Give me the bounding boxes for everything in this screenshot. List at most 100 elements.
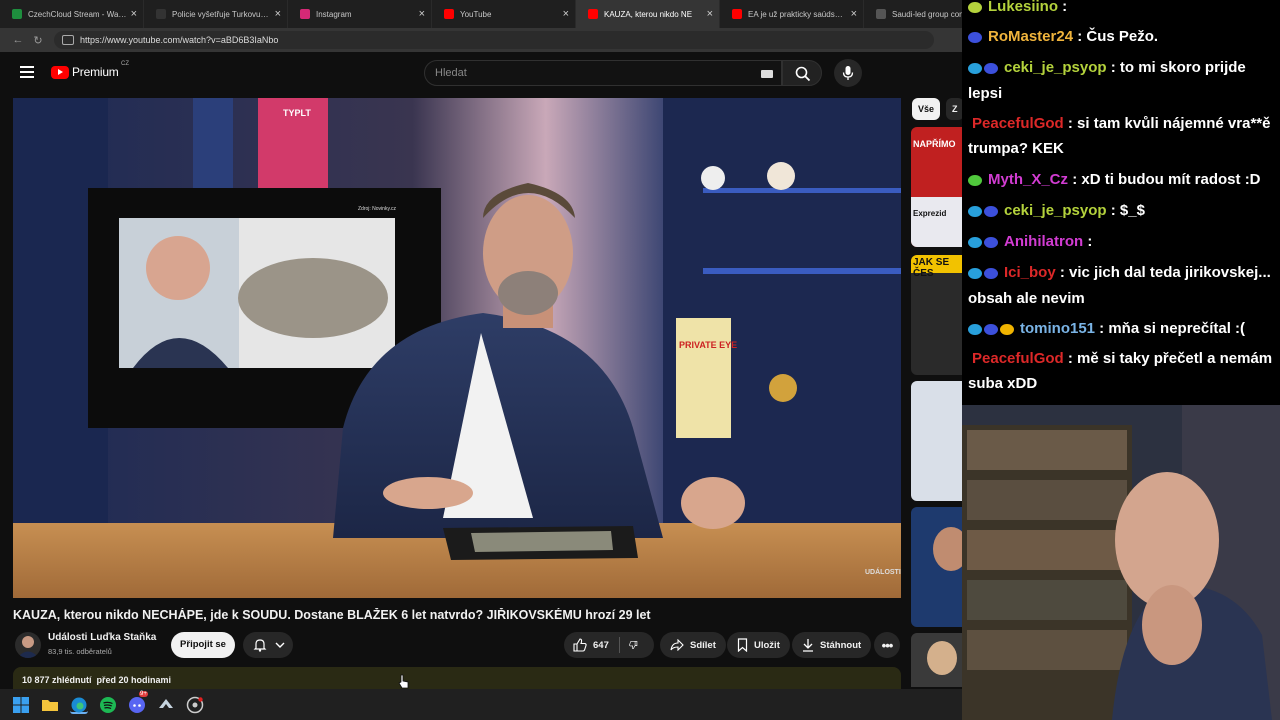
search-button[interactable] — [782, 60, 822, 86]
save-button[interactable]: Uložit — [727, 632, 790, 658]
site-info-icon[interactable] — [62, 35, 74, 45]
youtube-logo[interactable]: Premium CZ — [51, 61, 129, 79]
channel-avatar[interactable] — [15, 632, 41, 658]
chat-text: : mňa si neprečítal :( — [1095, 320, 1246, 337]
search-input[interactable]: Hledat — [424, 60, 782, 86]
tab-close-icon[interactable]: × — [275, 8, 281, 20]
recommendation-thumbnail[interactable] — [911, 507, 962, 627]
chat-badge-icon — [1000, 324, 1014, 336]
recommendation-thumbnail[interactable] — [911, 633, 962, 687]
microphone-icon — [842, 66, 854, 80]
notification-button[interactable] — [243, 632, 293, 658]
browser-tab[interactable]: Policie vyšetřuje Turkovu nel × — [144, 0, 288, 28]
chat-username: Anihilatron — [1004, 233, 1084, 250]
tab-close-icon[interactable]: × — [707, 8, 713, 20]
description-box[interactable]: 10 877 zhlédnutí před 20 hodinami — [13, 667, 901, 689]
recommendation-title: NAPŘÍMO — [913, 139, 956, 149]
subscriber-count: 83,9 tis. odběratelů — [48, 647, 112, 656]
chip-all[interactable]: Vše — [912, 98, 941, 120]
chevron-down-icon — [275, 642, 285, 648]
tab-label: Saudi-led group complet — [892, 9, 962, 19]
obs-icon[interactable] — [186, 696, 204, 714]
bell-icon — [253, 639, 267, 652]
file-explorer-icon[interactable] — [41, 696, 59, 714]
more-actions-button[interactable]: ••• — [874, 632, 900, 658]
chat-username: ceki_je_psyop — [1004, 202, 1107, 219]
windows-start-icon[interactable] — [12, 696, 30, 714]
tab-label: EA je už prakticky saúdská, E — [748, 9, 847, 19]
chat-text: : xD ti budou mít radost :D — [1068, 171, 1261, 188]
url-field[interactable]: https://www.youtube.com/watch?v=aBD6B3Ia… — [54, 31, 934, 49]
browser-tab[interactable]: CzechCloud Stream - Watch × — [0, 0, 144, 28]
back-icon[interactable]: ← — [8, 34, 28, 46]
steam-icon[interactable] — [157, 696, 175, 714]
chat-message: Ici_boy : vic jich dal teda jirikovskej.… — [968, 260, 1274, 311]
discord-icon[interactable]: 9+ — [128, 690, 148, 714]
more-icon: ••• — [881, 637, 894, 653]
download-button[interactable]: Stáhnout — [792, 632, 872, 658]
menu-icon[interactable] — [20, 66, 34, 78]
screen-source-caption: Zdroj: Novinky.cz — [358, 206, 396, 212]
chat-badges — [968, 261, 1000, 286]
tab-close-icon[interactable]: × — [851, 8, 857, 20]
url-text: https://www.youtube.com/watch?v=aBD6B3Ia… — [80, 35, 279, 45]
spotify-icon[interactable] — [99, 696, 117, 714]
chat-username: PeacefulGod — [972, 350, 1064, 367]
hand-cursor-icon — [398, 674, 409, 689]
voice-search-button[interactable] — [834, 59, 862, 87]
recommendation-title: JAK SE ČES — [913, 257, 950, 279]
browser-tab[interactable]: Instagram × — [288, 0, 432, 28]
chat-badge-icon — [968, 2, 982, 14]
channel-name[interactable]: Události Luďka Staňka — [48, 632, 156, 643]
browser-tab[interactable]: Saudi-led group complet× — [864, 0, 962, 28]
chat-badge-icon — [968, 175, 982, 187]
chip-second[interactable]: Z — [946, 98, 964, 120]
chat-message: ceki_je_psyop : to mi skoro prijde lepsi — [968, 55, 1274, 106]
like-button[interactable]: 647 — [573, 638, 609, 652]
download-label: Stáhnout — [820, 639, 862, 651]
chat-username: Ici_boy — [1004, 264, 1056, 281]
tab-label: Policie vyšetřuje Turkovu nel — [172, 9, 271, 19]
thumbs-down-icon[interactable] — [629, 638, 638, 652]
chat-message: PeacefulGod : mě si taky přečetl a nemám… — [968, 346, 1274, 396]
chat-badge-icon — [984, 324, 998, 336]
reload-icon[interactable]: ↻ — [28, 34, 48, 47]
chat-badges — [968, 168, 984, 193]
chat-badge-icon — [968, 237, 982, 249]
keyboard-icon[interactable] — [761, 70, 773, 78]
share-button[interactable]: Sdílet — [660, 632, 726, 658]
tab-close-icon[interactable]: × — [131, 8, 137, 20]
tab-label: YouTube — [460, 9, 492, 19]
recommendation-column: NAPŘÍMO Exprezid JAK SE ČES — [911, 127, 962, 687]
chat-badges — [968, 230, 1000, 255]
youtube-header: Premium CZ Hledat — [0, 52, 962, 94]
recommendation-thumbnail[interactable] — [911, 381, 962, 501]
browser-tab[interactable]: EA je už prakticky saúdská, E × — [720, 0, 864, 28]
tab-favicon-icon — [732, 9, 742, 19]
chat-message: RoMaster24 : Čus Pežo. — [968, 24, 1274, 50]
streamer-webcam — [962, 405, 1280, 720]
edge-browser-icon[interactable] — [70, 696, 88, 714]
download-icon — [803, 639, 813, 652]
search-icon — [795, 66, 811, 82]
chat-message: Anihilatron : — [968, 229, 1274, 255]
chat-username: ceki_je_psyop — [1004, 59, 1107, 76]
tab-favicon-icon — [300, 9, 310, 19]
join-button[interactable]: Připojit se — [171, 632, 235, 658]
chat-message: tomino151 : mňa si neprečítal :( — [968, 316, 1274, 342]
browser-tab[interactable]: KAUZA, kterou nikdo NE × — [576, 0, 720, 28]
country-code: CZ — [121, 61, 129, 67]
youtube-play-icon — [51, 65, 69, 79]
tab-close-icon[interactable]: × — [419, 8, 425, 20]
chat-text: : Čus Pežo. — [1073, 28, 1159, 45]
recommendation-thumbnail[interactable]: NAPŘÍMO Exprezid — [911, 127, 962, 247]
views-and-date: 10 877 zhlédnutí před 20 hodinami — [22, 675, 172, 685]
share-icon — [670, 639, 684, 651]
browser-tab-strip: CzechCloud Stream - Watch × Policie vyšetř… — [0, 0, 962, 28]
browser-tab[interactable]: YouTube × — [432, 0, 576, 28]
video-player[interactable]: TYPLT PRIVATE EYE Zdroj: Novinky.cz UDÁL… — [13, 98, 901, 598]
recommendation-thumbnail[interactable]: JAK SE ČES — [911, 255, 962, 375]
chat-badge-icon — [968, 268, 982, 280]
webcam-frame — [962, 405, 1280, 720]
tab-close-icon[interactable]: × — [563, 8, 569, 20]
